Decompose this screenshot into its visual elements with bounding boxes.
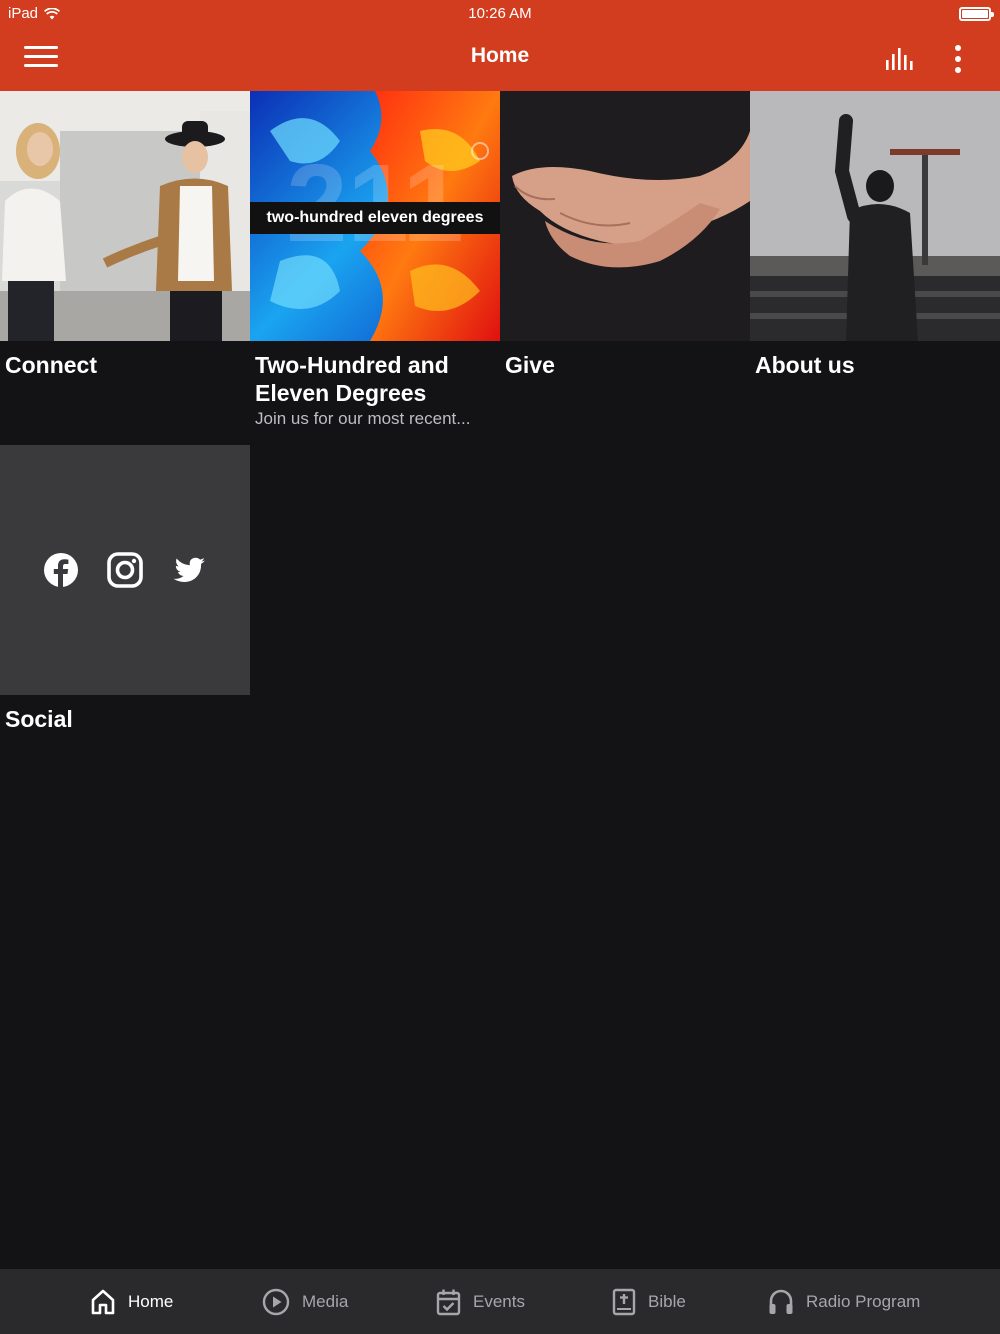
tab-home[interactable]: Home (90, 1269, 173, 1334)
tile-give[interactable]: Give (500, 91, 750, 445)
tab-label: Radio Program (806, 1291, 921, 1311)
more-options-icon[interactable] (944, 44, 972, 74)
211-banner-text: two-hundred eleven degrees (250, 202, 500, 234)
tile-title: About us (755, 352, 855, 378)
twitter-icon[interactable] (171, 552, 207, 588)
calendar-check-icon (436, 1289, 461, 1315)
connect-image (0, 91, 250, 341)
facebook-icon[interactable] (43, 552, 79, 588)
tab-radio-program[interactable]: Radio Program (768, 1269, 920, 1334)
social-thumbnail (0, 445, 250, 695)
tile-about-us[interactable]: About us (750, 91, 1000, 445)
page-title: Home (470, 44, 530, 67)
211-degrees-artwork: 211 two-hundred eleven degrees (250, 91, 500, 341)
instagram-icon[interactable] (107, 552, 143, 588)
tab-label: Home (128, 1291, 174, 1311)
tile-subtitle: Join us for our most recent... (255, 409, 471, 428)
tab-events[interactable]: Events (436, 1269, 525, 1334)
battery-icon (959, 7, 994, 21)
play-circle-icon (262, 1288, 290, 1315)
tile-title: Give (505, 352, 555, 378)
tab-label: Bible (648, 1291, 686, 1311)
home-icon (91, 1289, 115, 1314)
tile-connect[interactable]: Connect (0, 91, 250, 445)
bottom-tab-bar: Home Media Events Bible Radio Program (0, 1269, 1000, 1334)
bible-icon (612, 1288, 636, 1315)
tile-title: Social (5, 706, 73, 732)
tile-social[interactable]: Social (0, 445, 250, 755)
headphones-icon (769, 1289, 793, 1314)
tab-media[interactable]: Media (262, 1269, 348, 1334)
tile-title: Connect (5, 352, 97, 378)
about-us-image (750, 91, 1000, 341)
tab-label: Events (473, 1291, 525, 1311)
status-bar: iPad 10:26 AM (0, 0, 1000, 28)
tab-label: Media (302, 1291, 349, 1311)
tab-bible[interactable]: Bible (612, 1269, 686, 1334)
app-header: iPad 10:26 AM Home (0, 0, 1000, 91)
status-time: 10:26 AM (468, 5, 532, 22)
give-image (500, 91, 750, 341)
tile-title: Two-Hundred and Eleven Degrees (255, 352, 449, 406)
audio-levels-icon[interactable] (884, 46, 918, 72)
tile-211-degrees[interactable]: 211 two-hundred eleven degrees Two-Hundr… (250, 91, 500, 445)
